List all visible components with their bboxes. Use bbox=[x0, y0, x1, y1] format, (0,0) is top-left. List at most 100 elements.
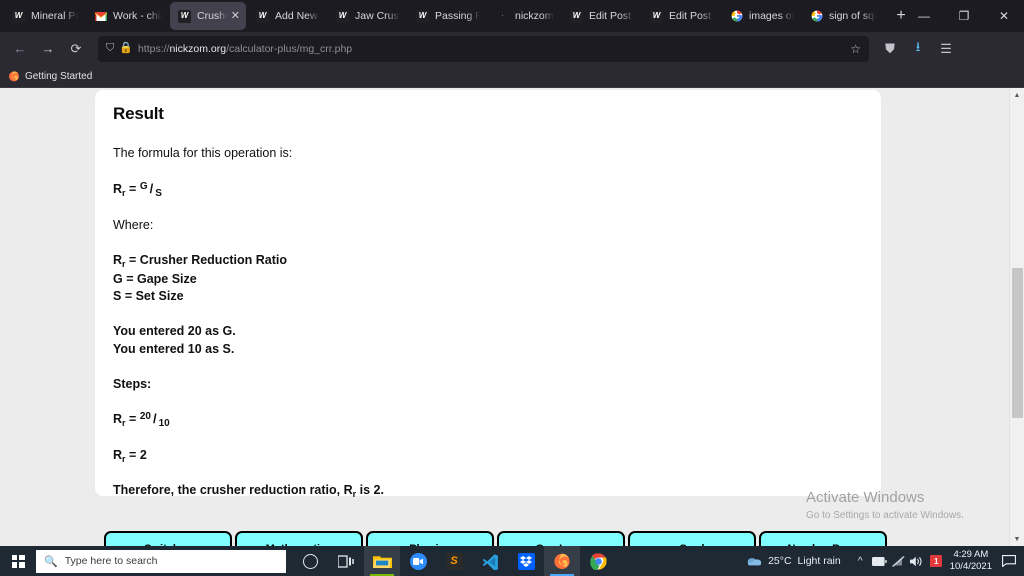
formula-slash: / bbox=[149, 180, 154, 196]
wifi-icon[interactable] bbox=[889, 546, 908, 576]
navigation-toolbar: ← → ⟳ ⛉ 🔒 https://nickzom.org/calculator… bbox=[0, 32, 1024, 65]
entered-value-line: You entered 10 as S. bbox=[113, 341, 235, 356]
zoom-icon[interactable] bbox=[400, 546, 436, 576]
maximize-button[interactable]: ❐ bbox=[944, 0, 984, 32]
category-button-switches[interactable]: Switches bbox=[104, 531, 232, 546]
formula-expression: Rr = G / S bbox=[113, 181, 863, 199]
definition-item: Rr = Crusher Reduction Ratio bbox=[113, 253, 288, 270]
page-scrollbar[interactable]: ▲ ▼ bbox=[1009, 88, 1024, 546]
search-input[interactable]: 🔍 Type here to search bbox=[36, 549, 286, 573]
wordpress-icon: W bbox=[256, 9, 269, 23]
url-scheme: https:// bbox=[137, 42, 170, 55]
category-button-row: Switches Mathematics Physics Gas Laws Su… bbox=[104, 531, 887, 546]
vs-code-icon[interactable] bbox=[472, 546, 508, 576]
star-icon[interactable]: ☆ bbox=[850, 42, 861, 56]
formula-denominator: S bbox=[155, 187, 162, 199]
wordpress-icon: W bbox=[416, 9, 429, 23]
formula-lhs: R bbox=[113, 181, 123, 196]
show-hidden-icons-chevron[interactable]: ^ bbox=[851, 546, 870, 576]
clock-time: 4:29 AM bbox=[953, 549, 989, 561]
minimize-button[interactable]: — bbox=[904, 0, 944, 32]
gmail-icon bbox=[94, 10, 107, 23]
category-button-physics[interactable]: Physics bbox=[366, 531, 494, 546]
browser-tab[interactable]: Work - chid bbox=[86, 2, 168, 30]
volume-icon[interactable] bbox=[908, 546, 927, 576]
where-label: Where: bbox=[113, 217, 154, 232]
wordpress-icon: W bbox=[178, 9, 191, 23]
clock-date: 10/4/2021 bbox=[949, 561, 992, 572]
browser-tab[interactable]: W Edit Post ‹ N bbox=[642, 2, 720, 30]
wordpress-icon: W bbox=[12, 9, 25, 23]
dropbox-icon[interactable] bbox=[508, 546, 544, 576]
hamburger-menu-icon[interactable]: ☰ bbox=[933, 36, 959, 62]
bookmark-label: Getting Started bbox=[25, 70, 93, 82]
pocket-icon[interactable]: ⛊ bbox=[877, 36, 903, 62]
back-button[interactable]: ← bbox=[6, 36, 34, 62]
reload-button[interactable]: ⟳ bbox=[62, 36, 90, 62]
forward-button[interactable]: → bbox=[34, 36, 62, 62]
weather-temperature: 25°C bbox=[768, 555, 792, 567]
tab-title: Edit Post ‹ N bbox=[669, 10, 714, 22]
task-view-icon[interactable] bbox=[328, 546, 364, 576]
tab-title: images of p bbox=[749, 10, 794, 22]
category-button-number-base[interactable]: Number Base bbox=[759, 531, 887, 546]
system-tray: 25°C Light rain ^ 1 4:29 AM 10/4/2021 bbox=[746, 546, 1024, 576]
toolbar-right: ⛊ ⭳ ☰ bbox=[877, 36, 959, 62]
tab-strip: W Mineral Pro Work - chid W Crusher R ✕ … bbox=[0, 0, 1024, 32]
category-button-surd[interactable]: Surd bbox=[628, 531, 756, 546]
weather-widget[interactable]: 25°C Light rain bbox=[746, 555, 841, 567]
step-formula-expression: Rr = 20/10 bbox=[113, 411, 170, 430]
chrome-icon[interactable] bbox=[580, 546, 616, 576]
page-viewport: Result The formula for this operation is… bbox=[0, 88, 1024, 546]
firefox-icon[interactable] bbox=[544, 546, 580, 576]
cortana-icon[interactable] bbox=[292, 546, 328, 576]
browser-tab[interactable]: W Add New P bbox=[248, 2, 326, 30]
calendar-reminder-icon[interactable]: 1 bbox=[927, 546, 946, 576]
browser-tab-active[interactable]: W Crusher R ✕ bbox=[170, 2, 246, 30]
formula-numerator: G bbox=[139, 180, 148, 192]
start-button[interactable] bbox=[0, 546, 36, 576]
browser-tab[interactable]: W Mineral Pro bbox=[4, 2, 84, 30]
weather-condition: Light rain bbox=[797, 555, 841, 567]
close-tab-icon[interactable]: ✕ bbox=[231, 10, 240, 22]
close-window-button[interactable]: ✕ bbox=[984, 0, 1024, 32]
scroll-up-icon[interactable]: ▲ bbox=[1010, 88, 1024, 102]
bookmarks-bar: Getting Started bbox=[0, 65, 1024, 88]
google-icon bbox=[730, 10, 743, 23]
firefox-icon bbox=[8, 70, 20, 82]
tab-title: sign of squa bbox=[829, 10, 876, 22]
url-text: https://nickzom.org/calculator-plus/mg_c… bbox=[138, 43, 850, 55]
notification-center-icon[interactable] bbox=[998, 546, 1020, 576]
watermark-title: Activate Windows bbox=[806, 489, 925, 506]
browser-tab[interactable]: W Jaw Crushe bbox=[328, 2, 406, 30]
search-placeholder: Type here to search bbox=[64, 555, 158, 567]
bookmark-getting-started[interactable]: Getting Started bbox=[8, 70, 92, 82]
browser-window: W Mineral Pro Work - chid W Crusher R ✕ … bbox=[0, 0, 1024, 546]
browser-tab[interactable]: images of p bbox=[722, 2, 800, 30]
taskbar-clock[interactable]: 4:29 AM 10/4/2021 bbox=[950, 549, 992, 573]
category-button-gas-laws[interactable]: Gas Laws bbox=[497, 531, 625, 546]
battery-icon[interactable] bbox=[870, 546, 889, 576]
tab-title: Work - chid bbox=[113, 10, 162, 22]
browser-tab[interactable]: · nickzom.or bbox=[488, 2, 560, 30]
definition-item: G = Gape Size bbox=[113, 272, 197, 287]
browser-tab[interactable]: sign of squa bbox=[802, 2, 882, 30]
browser-tab[interactable]: W Passing Re bbox=[408, 2, 486, 30]
activate-windows-watermark: Activate Windows Go to Settings to activ… bbox=[806, 489, 1006, 522]
scrollbar-thumb[interactable] bbox=[1012, 268, 1023, 418]
address-bar[interactable]: ⛉ 🔒 https://nickzom.org/calculator-plus/… bbox=[98, 35, 869, 62]
scroll-down-icon[interactable]: ▼ bbox=[1010, 532, 1024, 546]
wordpress-icon: W bbox=[570, 9, 583, 23]
download-icon[interactable]: ⭳ bbox=[905, 36, 931, 62]
windows-taskbar: 🔍 Type here to search S 25°C Light rain … bbox=[0, 546, 1024, 576]
tab-title: Mineral Pro bbox=[31, 10, 78, 22]
browser-tab[interactable]: W Edit Post ‹ N bbox=[562, 2, 640, 30]
tab-title: nickzom.or bbox=[515, 10, 554, 22]
sublime-text-icon[interactable]: S bbox=[436, 546, 472, 576]
url-path: /calculator-plus/mg_crr.php bbox=[226, 42, 353, 55]
category-button-mathematics[interactable]: Mathematics bbox=[235, 531, 363, 546]
file-explorer-icon[interactable] bbox=[364, 546, 400, 576]
wordpress-icon: W bbox=[650, 9, 663, 23]
taskbar-icons: S bbox=[292, 546, 616, 576]
watermark-subtitle: Go to Settings to activate Windows. bbox=[806, 510, 964, 521]
